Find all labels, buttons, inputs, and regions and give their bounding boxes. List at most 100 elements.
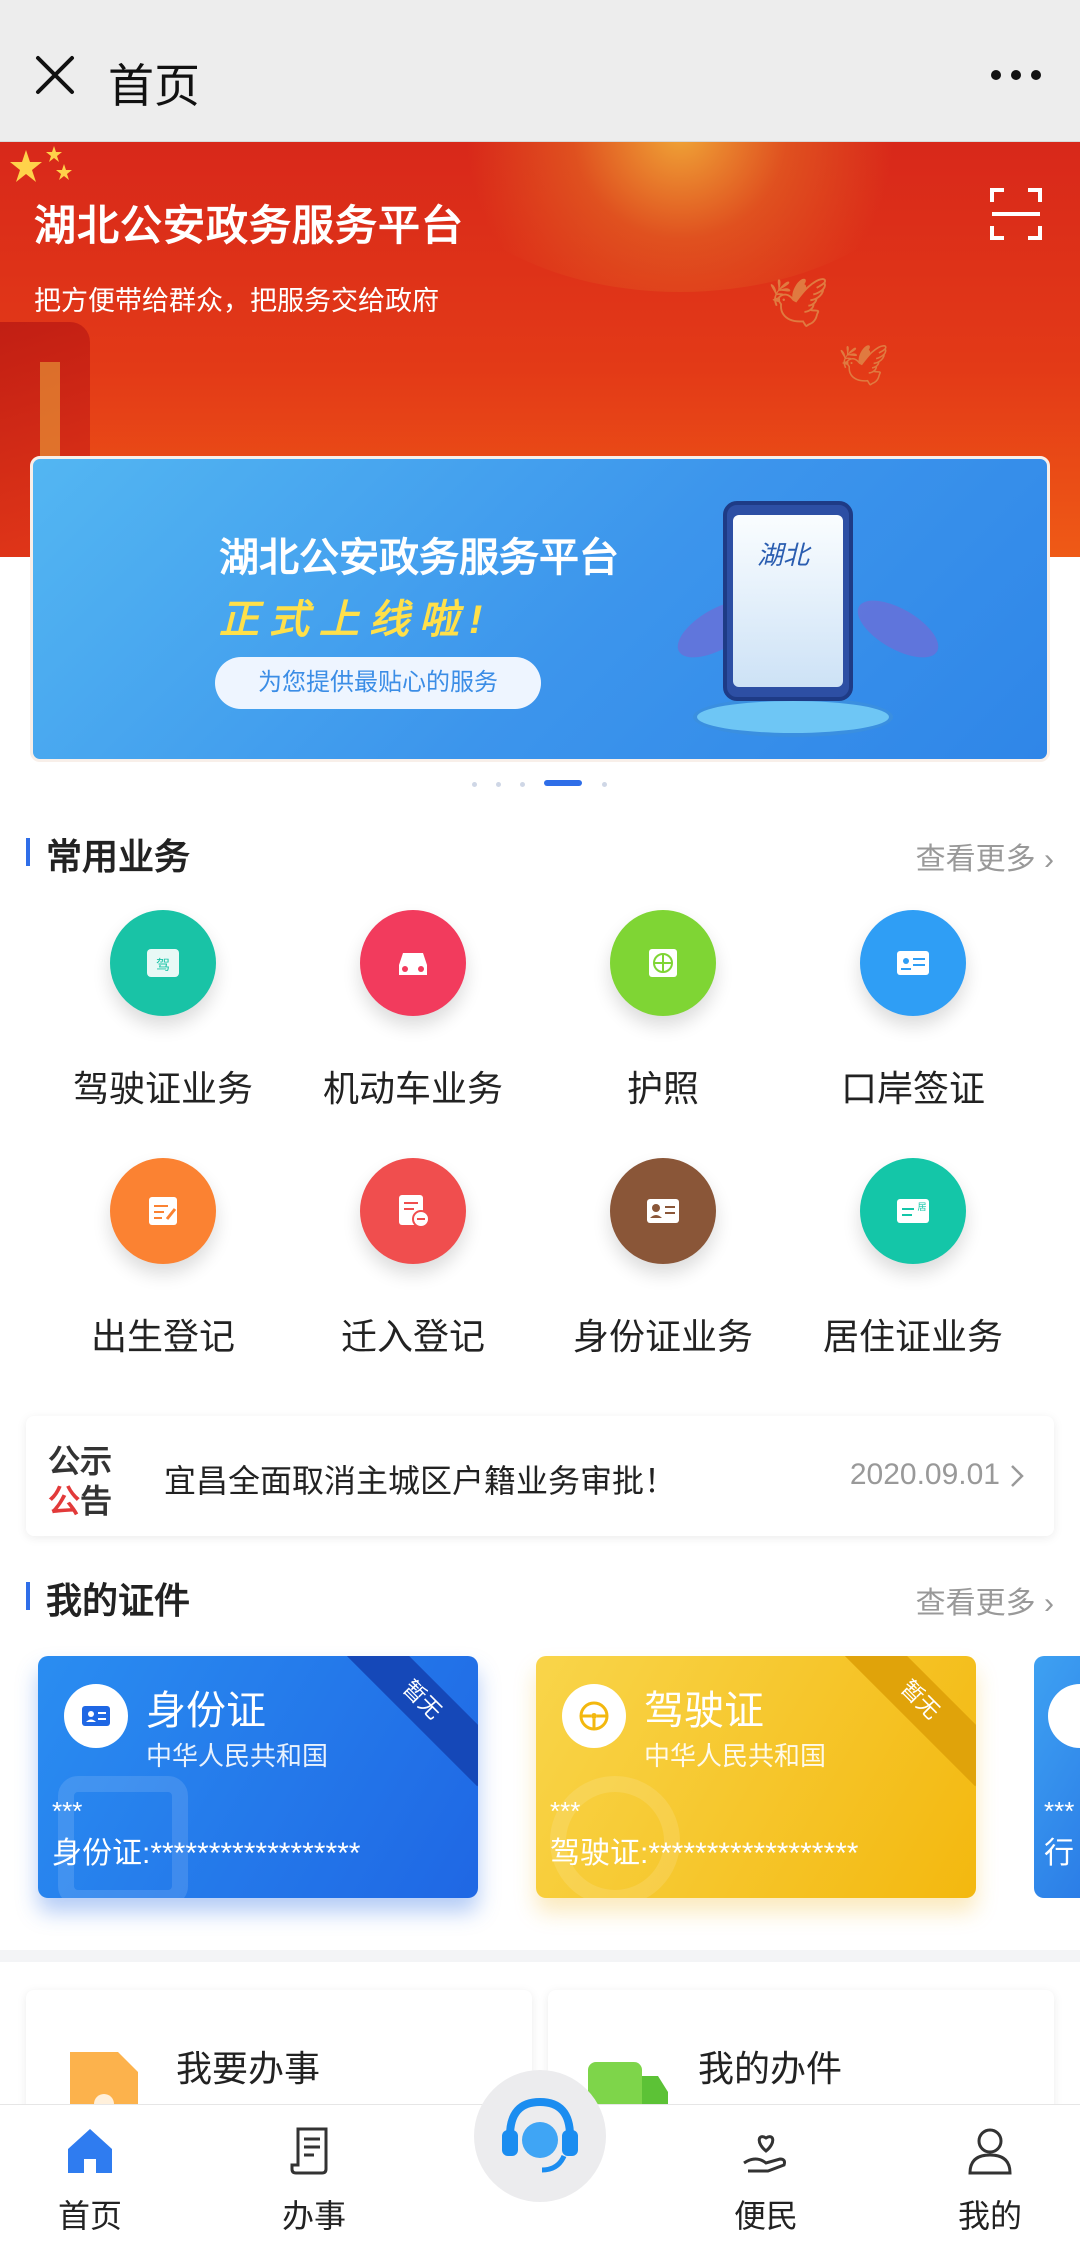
certificate-icon — [1048, 1684, 1080, 1748]
id-card-certificate[interactable]: 身份证 中华人民共和国 *** 身份证:****************** 暂… — [38, 1656, 478, 1898]
view-more-link[interactable]: 查看更多 › — [916, 1578, 1054, 1622]
service-label: 机动车业务 — [322, 1068, 503, 1109]
document-icon — [290, 2127, 328, 2175]
service-label: 出生登记 — [90, 1316, 235, 1357]
service-label: 身份证业务 — [572, 1316, 753, 1357]
announcement-bar[interactable]: 公示 公告 宜昌全面取消主城区户籍业务审批！ 2020.09.01 — [26, 1416, 1054, 1536]
carousel-title: 湖北公安政务服务平台 — [219, 536, 619, 580]
tab-label: 办事 — [281, 2198, 346, 2234]
service-residence-card[interactable]: 居 居住证业务 — [788, 1158, 1038, 1378]
tab-mine[interactable]: 我的 — [930, 2105, 1050, 2244]
service-move-in[interactable]: 迁入登记 — [288, 1158, 538, 1378]
section-title: 我的证件 — [46, 1580, 191, 1621]
notice-label-rest: 告 — [80, 1483, 113, 1519]
quick-card-title: 我的办件 — [698, 2048, 843, 2089]
service-driver-license[interactable]: 驾 驾驶证业务 — [38, 910, 288, 1130]
common-services-header: 常用业务 查看更多 › — [26, 826, 1054, 878]
scan-icon[interactable] — [988, 186, 1044, 242]
steering-wheel-icon — [562, 1684, 626, 1748]
section-accent-bar — [26, 838, 30, 866]
notice-date: 2020.09.01 — [849, 1458, 1000, 1491]
driver-license-certificate[interactable]: 驾驶证 中华人民共和国 *** 驾驶证:****************** 暂… — [536, 1656, 976, 1898]
service-label: 护照 — [626, 1068, 699, 1109]
close-icon[interactable] — [30, 50, 80, 100]
certificate-holder-masked: *** — [550, 1796, 581, 1826]
phone-screen: 湖北 — [733, 515, 843, 687]
certificate-number-masked: 身份证:****************** — [52, 1837, 361, 1870]
my-certificates-header: 我的证件 查看更多 › — [26, 1570, 1054, 1622]
carousel-slogan: 正式上线啦! — [219, 598, 493, 642]
residence-card-icon: 居 — [860, 1158, 966, 1264]
carousel-dot[interactable] — [520, 782, 525, 787]
car-icon — [360, 910, 466, 1016]
dove-decoration: 🕊 — [768, 277, 829, 330]
certificate-number-masked: 驾驶证:****************** — [550, 1837, 859, 1870]
carousel-dot[interactable] — [602, 782, 607, 787]
page-title: 首页 — [108, 60, 200, 112]
certificate-name: 身份证 — [146, 1689, 266, 1733]
certificate-holder-masked: *** — [52, 1796, 83, 1826]
home-icon — [68, 2129, 112, 2173]
carousel-pill-button[interactable]: 为您提供最贴心的服务 — [215, 657, 541, 709]
tab-label: 首页 — [57, 2198, 122, 2234]
carousel-dot-active[interactable] — [544, 780, 582, 786]
section-accent-bar — [26, 1582, 30, 1610]
carousel-dot[interactable] — [496, 782, 501, 787]
move-in-icon — [360, 1158, 466, 1264]
tab-label: 我的 — [957, 2198, 1022, 2234]
certificate-country: 中华人民共和国 — [644, 1741, 827, 1771]
quick-card-title: 我要办事 — [176, 2048, 321, 2089]
svg-text:居: 居 — [917, 1202, 926, 1213]
visa-card-icon — [860, 910, 966, 1016]
passport-globe-icon — [610, 910, 716, 1016]
phone-stage-decoration — [693, 697, 893, 737]
license-icon: 驾 — [110, 910, 216, 1016]
certificate-name: 驾驶证 — [644, 1689, 764, 1733]
certificate-country: 中华人民共和国 — [146, 1741, 329, 1771]
svg-text:驾: 驾 — [156, 958, 170, 974]
id-card-icon — [610, 1158, 716, 1264]
banner-title: 湖北公安政务服务平台 — [34, 202, 465, 249]
user-icon — [968, 2128, 1012, 2175]
service-vehicle[interactable]: 机动车业务 — [288, 910, 538, 1130]
carousel-dot[interactable] — [472, 782, 477, 787]
banner-subtitle: 把方便带给群众，把服务交给政府 — [34, 286, 439, 316]
view-more-link[interactable]: 查看更多 › — [916, 834, 1054, 878]
carousel-indicator — [0, 778, 1080, 790]
id-card-icon — [64, 1684, 128, 1748]
chevron-right-icon — [1011, 1465, 1024, 1487]
service-id-card[interactable]: 身份证业务 — [538, 1158, 788, 1378]
status-badge: 暂无 — [833, 1656, 976, 1787]
section-divider — [0, 1950, 1080, 1962]
heart-hand-icon — [743, 2135, 786, 2173]
service-port-visa[interactable]: 口岸签证 — [788, 910, 1038, 1130]
more-options-icon[interactable] — [988, 60, 1044, 90]
leaf-decoration — [849, 589, 947, 669]
banner-emblem-glow — [420, 142, 940, 292]
phone-screen-text: 湖北 — [757, 541, 810, 571]
service-label: 居住证业务 — [822, 1316, 1003, 1357]
notice-label-red: 公 — [48, 1483, 81, 1519]
service-passport[interactable]: 护照 — [538, 910, 788, 1130]
status-badge: 暂无 — [335, 1656, 478, 1787]
service-label: 驾驶证业务 — [72, 1068, 253, 1109]
service-label: 口岸签证 — [840, 1068, 985, 1109]
phone-illustration: 湖北 — [723, 501, 853, 701]
service-birth-register[interactable]: 出生登记 — [38, 1158, 288, 1378]
certificate-holder-masked: *** — [1044, 1796, 1075, 1826]
section-title: 常用业务 — [46, 836, 191, 877]
birth-register-icon — [110, 1158, 216, 1264]
tab-label: 便民 — [733, 2198, 798, 2234]
service-label: 迁入登记 — [340, 1316, 485, 1357]
promo-carousel-slide[interactable]: 湖北公安政务服务平台 正式上线啦! 为您提供最贴心的服务 湖北 — [30, 456, 1050, 762]
customer-service-button[interactable] — [474, 2070, 606, 2202]
view-more-label: 查看更多 — [915, 1587, 1036, 1620]
tab-services[interactable]: 办事 — [254, 2105, 374, 2244]
tab-convenience[interactable]: 便民 — [706, 2105, 826, 2244]
notice-label-line2: 公告 — [48, 1476, 112, 1522]
tab-home[interactable]: 首页 — [30, 2105, 150, 2244]
headset-icon — [502, 2097, 578, 2173]
certificate-number-masked: 行 — [1044, 1837, 1074, 1870]
partial-certificate-card[interactable]: *** 行 — [1034, 1656, 1080, 1898]
notice-text: 宜昌全面取消主城区户籍业务审批！ — [164, 1463, 677, 1499]
